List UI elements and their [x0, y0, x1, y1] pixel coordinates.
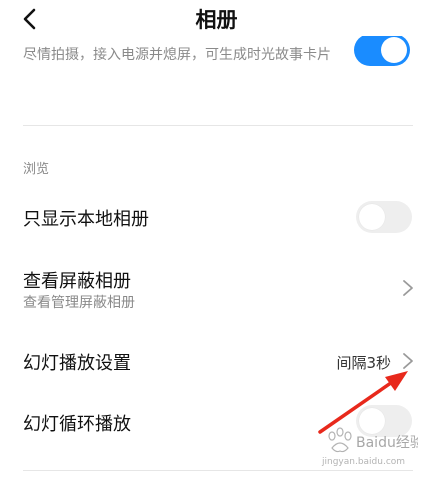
hidden-albums-row[interactable]: 查看屏蔽相册 查看管理屏蔽相册 [0, 258, 433, 320]
slideshow-loop-label: 幻灯循环播放 [23, 414, 131, 435]
hidden-albums-label: 查看屏蔽相册 [23, 271, 131, 292]
top-bar: 相册 [0, 0, 433, 40]
show-local-albums-label: 只显示本地相册 [23, 209, 149, 230]
story-card-description: 尽情拍摄，接入电源并熄屏，可生成时光故事卡片 [23, 47, 331, 63]
svg-text:jingyan.baidu.com: jingyan.baidu.com [321, 457, 405, 467]
show-local-albums-row[interactable]: 只显示本地相册 [0, 190, 433, 246]
story-card-toggle[interactable] [354, 36, 410, 66]
divider [23, 125, 413, 126]
chevron-right-icon [403, 353, 413, 369]
slideshow-loop-toggle[interactable] [356, 405, 412, 437]
divider [23, 470, 413, 471]
chevron-right-icon [403, 280, 413, 296]
slideshow-settings-label: 幻灯播放设置 [23, 353, 131, 374]
story-card-setting-row: 尽情拍摄，接入电源并熄屏，可生成时光故事卡片 [0, 36, 433, 91]
section-label-browse: 浏览 [23, 162, 50, 177]
slideshow-loop-row[interactable]: 幻灯循环播放 [0, 397, 433, 447]
slideshow-settings-row[interactable]: 幻灯播放设置 间隔3秒 [0, 336, 433, 386]
slideshow-interval-value: 间隔3秒 [336, 354, 391, 372]
hidden-albums-subtitle: 查看管理屏蔽相册 [23, 295, 135, 311]
page-title: 相册 [195, 8, 238, 32]
show-local-albums-toggle[interactable] [356, 201, 412, 233]
